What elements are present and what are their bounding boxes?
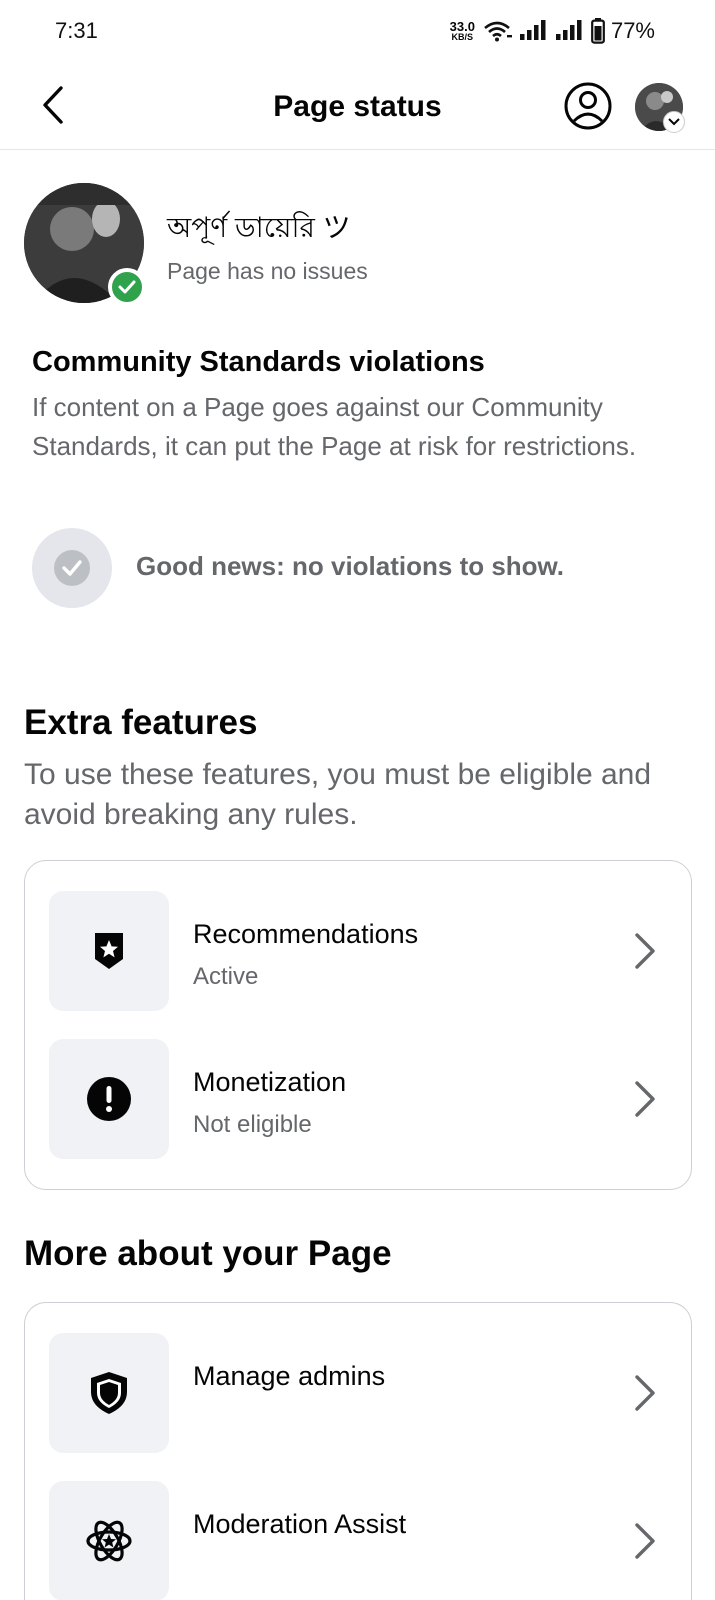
- signal-icon: [519, 20, 546, 40]
- moderation-assist-title: Moderation Assist: [193, 1509, 407, 1539]
- monetization-icon-box: [49, 1039, 169, 1159]
- shield-icon: [91, 1372, 127, 1414]
- community-standards-description: If content on a Page goes against our Co…: [32, 392, 637, 461]
- profile-button[interactable]: [563, 81, 613, 131]
- extra-features-title: Extra features: [24, 703, 258, 742]
- manage-admins-icon-box: [49, 1333, 169, 1453]
- moderation-assist-icon-box: [49, 1481, 169, 1600]
- chevron-down-icon: [668, 118, 680, 126]
- atom-star-icon: [86, 1520, 132, 1562]
- check-icon: [118, 280, 136, 294]
- recommendations-icon-box: [49, 891, 169, 1011]
- no-violations-text: Good news: no violations to show.: [136, 551, 565, 581]
- battery-percent: 77%: [610, 18, 655, 43]
- community-standards-title: Community Standards violations: [32, 346, 485, 378]
- person-circle-icon: [564, 82, 612, 130]
- chevron-right-icon: [635, 933, 655, 969]
- chevron-right-icon: [635, 1523, 655, 1559]
- extra-features-card: Recommendations Active Monetization Not …: [24, 860, 692, 1190]
- moderation-assist-row[interactable]: Moderation Assist: [49, 1481, 669, 1600]
- manage-admins-title: Manage admins: [193, 1361, 386, 1391]
- top-app-bar: Page status: [0, 64, 715, 150]
- verified-check-badge: [108, 268, 146, 306]
- network-speed-unit: KB/S: [451, 32, 474, 42]
- manage-admins-row[interactable]: Manage admins: [49, 1333, 669, 1453]
- network-speed: 33.0 KB/S: [450, 20, 475, 42]
- signal-icon-2: [555, 20, 582, 40]
- recommendations-row[interactable]: Recommendations Active: [49, 891, 669, 1011]
- check-circle-icon: [54, 550, 90, 586]
- no-violations-icon-circle: [32, 528, 112, 608]
- extra-features-description: To use these features, you must be eligi…: [24, 758, 652, 831]
- exclamation-icon: [87, 1077, 131, 1121]
- status-icons: 33.0 KB/S 77%: [450, 18, 655, 44]
- chevron-right-icon: [635, 1375, 655, 1411]
- more-about-card: Manage admins Moderation Assist: [24, 1302, 692, 1600]
- account-switch-chevron[interactable]: [663, 111, 685, 133]
- wifi-icon: [484, 21, 512, 42]
- recommendations-title: Recommendations: [193, 919, 419, 949]
- recommendations-status: Active: [193, 963, 259, 990]
- page-name: অপূর্ণ ডায়েরি ツ: [167, 212, 351, 243]
- monetization-title: Monetization: [193, 1067, 347, 1097]
- status-bar: 7:31 33.0 KB/S 77%: [0, 0, 715, 64]
- battery-icon: [591, 18, 605, 44]
- chevron-right-icon: [635, 1081, 655, 1117]
- status-time: 7:31: [55, 18, 98, 43]
- more-about-title: More about your Page: [24, 1234, 392, 1273]
- badge-star-icon: [95, 933, 123, 969]
- page-status-text: Page has no issues: [167, 258, 368, 284]
- monetization-status: Not eligible: [193, 1111, 312, 1138]
- monetization-row[interactable]: Monetization Not eligible: [49, 1039, 669, 1159]
